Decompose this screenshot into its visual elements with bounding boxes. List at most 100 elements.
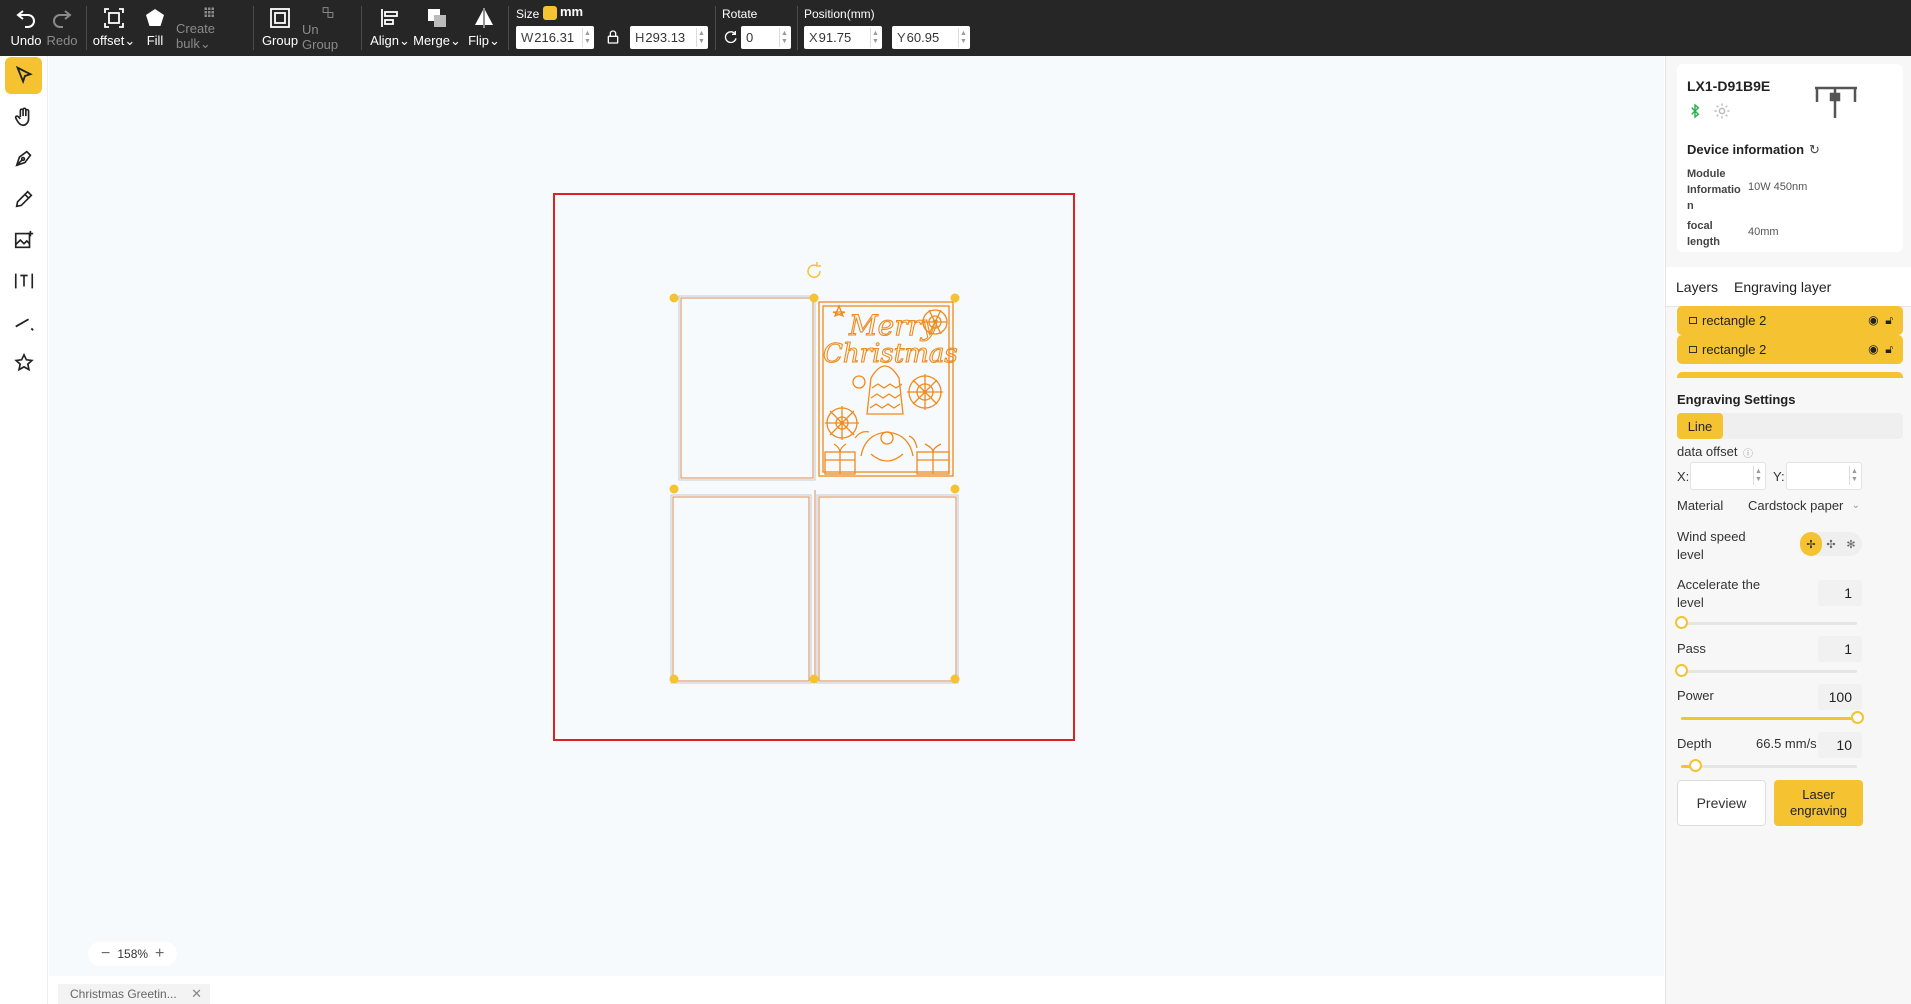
select-tool-button[interactable] bbox=[5, 57, 42, 94]
pass-label: Pass bbox=[1677, 641, 1706, 656]
refresh-icon[interactable]: ↻ bbox=[1809, 142, 1820, 158]
unit-toggle-icon bbox=[543, 5, 557, 20]
position-y-input[interactable]: Y 60.95 ▲ ▼ bbox=[892, 26, 970, 49]
shapes-icon bbox=[13, 352, 34, 371]
add-image-icon bbox=[14, 230, 33, 248]
pen-icon bbox=[14, 149, 32, 167]
position-x-stepper[interactable]: ▲ ▼ bbox=[870, 28, 880, 47]
depth-label: Depth bbox=[1677, 736, 1712, 751]
offset-icon bbox=[104, 8, 124, 28]
lock-icon[interactable]: 🔓︎ bbox=[1885, 342, 1893, 356]
accelerate-label: Accelerate the level bbox=[1677, 577, 1761, 610]
group-button[interactable]: Group bbox=[262, 6, 298, 52]
focal-length-value: 40mm bbox=[1748, 226, 1779, 238]
flip-button[interactable]: Flip⌄ bbox=[466, 6, 502, 52]
pass-input[interactable]: 1 bbox=[1818, 636, 1862, 662]
power-slider-knob[interactable] bbox=[1851, 711, 1864, 724]
eye-icon[interactable]: ◉ bbox=[1868, 342, 1878, 356]
redo-button[interactable]: Redo bbox=[44, 6, 80, 52]
bluetooth-icon[interactable] bbox=[1687, 102, 1703, 120]
lock-icon bbox=[607, 30, 619, 44]
lock-icon[interactable]: 🔓︎ bbox=[1885, 313, 1893, 327]
ungroup-icon bbox=[322, 7, 334, 18]
hand-tool-button[interactable] bbox=[5, 98, 42, 135]
help-icon[interactable]: ⓘ bbox=[1743, 445, 1753, 460]
position-y-stepper[interactable]: ▲ ▼ bbox=[958, 28, 968, 47]
width-input[interactable]: W 216.31 ▲ ▼ bbox=[516, 26, 594, 49]
layer-item[interactable]: rectangle 2 ◉ 🔓︎ bbox=[1677, 335, 1903, 364]
flip-icon bbox=[475, 8, 493, 28]
width-stepper[interactable]: ▲ ▼ bbox=[582, 28, 592, 47]
close-icon[interactable]: ✕ bbox=[191, 986, 202, 1002]
device-card: LX1-D91B9E Device information ↻ Module I… bbox=[1677, 64, 1903, 252]
offset-x-input[interactable]: ▲ ▼ bbox=[1690, 462, 1766, 490]
position-label: Position(mm) bbox=[804, 7, 875, 21]
offset-x-stepper[interactable]: ▲ ▼ bbox=[1753, 466, 1763, 485]
merge-button[interactable]: Merge⌄ bbox=[413, 6, 461, 52]
align-button[interactable]: Align⌄ bbox=[370, 6, 410, 52]
pencil-icon bbox=[15, 189, 33, 207]
rotate-handle[interactable] bbox=[807, 262, 821, 278]
zoom-out-button[interactable]: − bbox=[101, 946, 110, 962]
gear-icon[interactable] bbox=[1713, 102, 1731, 120]
height-input[interactable]: H 293.13 ▲ ▼ bbox=[630, 26, 708, 49]
offset-y-label: Y: bbox=[1773, 469, 1785, 484]
ungroup-button[interactable]: Un Group bbox=[302, 6, 354, 52]
pass-slider-knob[interactable] bbox=[1675, 664, 1688, 677]
fan-low-icon[interactable]: ✢ bbox=[1800, 532, 1822, 556]
file-tab[interactable]: Christmas Greetin... ✕ bbox=[58, 984, 210, 1004]
toolbar-divider bbox=[361, 6, 362, 50]
depth-slider-track bbox=[1681, 765, 1857, 768]
mode-line-button[interactable]: Line bbox=[1677, 413, 1723, 439]
unit-toggle[interactable]: mm bbox=[543, 4, 583, 20]
accelerate-slider-track bbox=[1681, 622, 1857, 625]
fan-high-icon[interactable]: ✻ bbox=[1841, 532, 1861, 556]
undo-button[interactable]: Undo bbox=[8, 6, 44, 52]
create-bulk-button[interactable]: Create bulk⌄ bbox=[176, 6, 242, 52]
line-tool-button[interactable] bbox=[5, 303, 42, 340]
height-stepper[interactable]: ▲ ▼ bbox=[696, 28, 706, 47]
shape-tool-button[interactable] bbox=[5, 344, 42, 381]
laser-engraving-button[interactable]: Laser engraving bbox=[1774, 780, 1863, 826]
data-offset-label: data offset bbox=[1677, 444, 1738, 459]
image-tool-button[interactable] bbox=[5, 221, 42, 258]
material-select[interactable]: Cardstock paper ⌄ bbox=[1748, 494, 1860, 516]
pass-slider-track bbox=[1681, 670, 1857, 673]
file-tab-label: Christmas Greetin... bbox=[70, 987, 177, 1001]
offset-x-label: X: bbox=[1677, 469, 1690, 484]
merge-icon bbox=[428, 9, 446, 27]
power-input[interactable]: 100 bbox=[1818, 684, 1862, 710]
rectangle-icon bbox=[1689, 317, 1697, 324]
position-x-input[interactable]: X 91.75 ▲ ▼ bbox=[804, 26, 882, 49]
layer-item[interactable]: rectangle 2 ◉ 🔓︎ bbox=[1677, 306, 1903, 335]
preview-button[interactable]: Preview bbox=[1677, 780, 1766, 826]
rotate-stepper[interactable]: ▲ ▼ bbox=[779, 28, 789, 47]
depth-speed-value: 66.5 mm/s bbox=[1756, 736, 1817, 751]
hand-icon bbox=[14, 107, 29, 126]
top-toolbar: Undo Redo offset⌄ Fill Create bulk⌄ Grou… bbox=[0, 0, 1911, 56]
tab-engraving-layer[interactable]: Engraving layer bbox=[1734, 279, 1831, 295]
fill-button[interactable]: Fill bbox=[140, 6, 170, 52]
offset-y-input[interactable]: ▲ ▼ bbox=[1786, 462, 1862, 490]
offset-y-stepper[interactable]: ▲ ▼ bbox=[1849, 466, 1859, 485]
pen-tool-button[interactable] bbox=[5, 139, 42, 176]
tab-layers[interactable]: Layers bbox=[1676, 279, 1718, 295]
zoom-control: − 158% + bbox=[88, 942, 178, 966]
design-canvas[interactable]: Merry Christmas bbox=[49, 56, 1664, 976]
depth-input[interactable]: 10 bbox=[1818, 732, 1862, 758]
material-label: Material bbox=[1677, 498, 1724, 513]
accelerate-slider-knob[interactable] bbox=[1675, 616, 1688, 629]
depth-slider-knob[interactable] bbox=[1689, 759, 1703, 772]
accelerate-input[interactable]: 1 bbox=[1818, 580, 1862, 606]
merry-text: Merry bbox=[848, 309, 938, 342]
zoom-in-button[interactable]: + bbox=[155, 946, 164, 962]
eye-icon[interactable]: ◉ bbox=[1868, 313, 1878, 327]
right-panel: LX1-D91B9E Device information ↻ Module I… bbox=[1665, 56, 1911, 1004]
lock-ratio-button[interactable] bbox=[605, 26, 621, 48]
toolbar-divider bbox=[715, 6, 716, 50]
fan-medium-icon[interactable]: ✣ bbox=[1821, 532, 1841, 556]
pencil-tool-button[interactable] bbox=[5, 180, 42, 217]
rotate-input[interactable]: 0 ▲ ▼ bbox=[741, 26, 791, 49]
text-tool-button[interactable] bbox=[5, 262, 42, 299]
offset-button[interactable]: offset⌄ bbox=[92, 6, 136, 52]
